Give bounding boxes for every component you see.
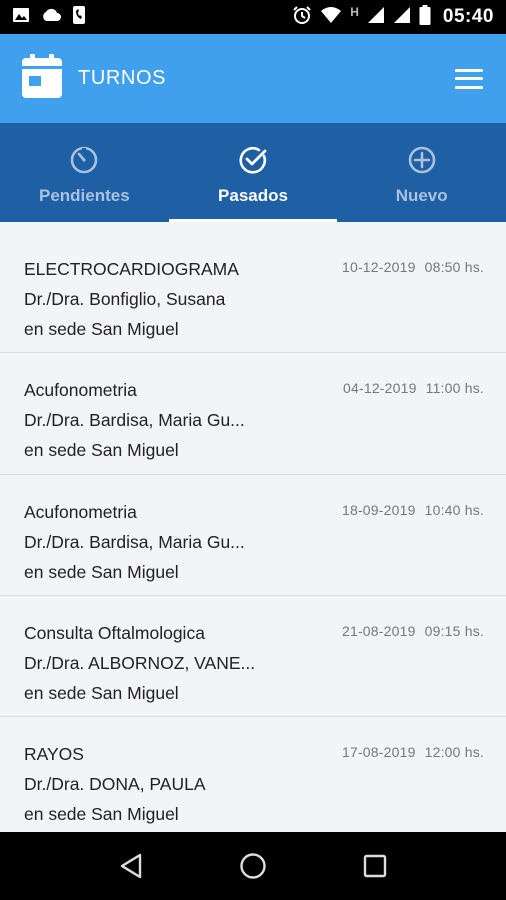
list-item[interactable]: Acufonometria Dr./Dra. Bardisa, Maria Gu… [0,353,506,475]
system-nav-bar [0,832,506,900]
appointment-location: en sede San Miguel [24,319,179,339]
appointment-date: 04-12-2019 [343,380,417,397]
appointment-time: 11:00 hs. [425,380,484,397]
appointment-datetime: 18-09-2019 10:40 hs. [342,502,484,518]
wifi-icon [320,6,342,29]
network-type-label: H [350,5,359,19]
tab-label: Pasados [218,186,288,205]
appointment-time: 09:15 hs. [424,622,484,639]
appointment-date: 18-09-2019 [341,501,416,518]
appointment-datetime: 04-12-2019 11:00 hs. [343,380,484,396]
list-item[interactable]: Acufonometria Dr./Dra. Bardisa, Maria Gu… [0,475,506,596]
tab-pendientes[interactable]: Pendientes [0,123,169,222]
appointment-date: 21-08-2019 [341,622,416,639]
calendar-icon [22,54,62,103]
home-icon[interactable] [233,846,273,886]
tab-nuevo[interactable]: Nuevo [337,123,506,222]
appointment-date: 10-12-2019 [341,259,416,275]
clock: 05:40 [442,6,494,27]
appointment-date: 17-08-2019 [341,744,416,761]
back-icon[interactable] [111,846,151,886]
timer-icon [69,145,99,180]
appointment-doctor: Dr./Dra. Bonfiglio, Susana [24,289,226,309]
phone-icon [72,5,86,30]
appointment-datetime: 10-12-2019 08:50 hs. [342,259,484,275]
appointment-datetime: 17-08-2019 12:00 hs. [342,744,484,760]
tab-label: Pendientes [38,186,130,205]
tab-label: Nuevo [395,186,448,205]
list-item[interactable]: RAYOS Dr./Dra. DONA, PAULA en sede San M… [0,717,506,838]
appointment-location: en sede San Miguel [24,682,179,703]
list-item[interactable]: ELECTROCARDIOGRAMA Dr./Dra. Bonfiglio, S… [0,232,506,354]
battery-icon [419,4,431,30]
status-bar: H 05:40 [0,0,506,34]
appointment-location: en sede San Miguel [24,440,179,461]
appointment-time: 12:00 hs. [424,744,484,761]
appointment-datetime: 21-08-2019 09:15 hs. [342,623,484,639]
appointment-doctor: Dr./Dra. Bardisa, Maria Gu... [24,410,245,431]
appointment-location: en sede San Miguel [24,561,179,582]
appointment-doctor: Dr./Dra. Bardisa, Maria Gu... [24,531,245,552]
active-tab-indicator [168,219,338,222]
signal-icon [393,6,411,29]
hamburger-menu-icon[interactable] [454,67,484,91]
alarm-icon [292,5,312,30]
plus-circle-icon [407,145,437,180]
appointment-location: en sede San Miguel [24,804,179,825]
tab-pasados[interactable]: Pasados [168,123,338,222]
appointment-time: 08:50 hs. [424,259,484,275]
recents-icon[interactable] [355,846,395,886]
check-circle-icon [238,145,268,180]
tab-bar: Pendientes Pasados Nuevo [0,123,506,222]
appointment-doctor: Dr./Dra. ALBORNOZ, VANE... [24,652,256,673]
signal-icon [367,6,385,29]
app-bar: TURNOS [0,34,506,123]
appointment-doctor: Dr./Dra. DONA, PAULA [24,774,206,795]
appointment-list: ELECTROCARDIOGRAMA Dr./Dra. Bonfiglio, S… [0,232,506,832]
appointment-time: 10:40 hs. [424,501,484,518]
image-icon [12,6,30,29]
list-item[interactable]: Consulta Oftalmologica Dr./Dra. ALBORNOZ… [0,596,506,718]
page-title: TURNOS [78,67,167,89]
cloud-icon [40,7,62,28]
